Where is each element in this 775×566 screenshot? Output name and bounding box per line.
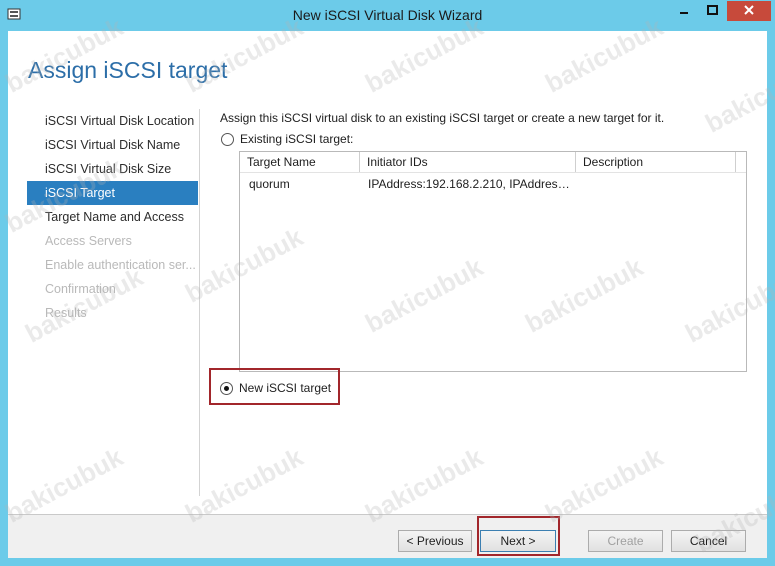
nav-item-target-name-and-access[interactable]: Target Name and Access: [27, 205, 198, 229]
minimize-button[interactable]: [669, 1, 699, 21]
close-button[interactable]: [727, 1, 771, 21]
window-title: New iSCSI Virtual Disk Wizard: [292, 7, 483, 23]
create-button: Create: [588, 530, 663, 552]
column-header-initiator-ids[interactable]: Initiator IDs: [360, 152, 576, 172]
wizard-client-area: Assign iSCSI target iSCSI Virtual Disk L…: [8, 31, 767, 558]
cancel-button[interactable]: Cancel: [671, 530, 746, 552]
title-bar[interactable]: New iSCSI Virtual Disk Wizard: [0, 0, 775, 30]
nav-item-virtual-disk-location[interactable]: iSCSI Virtual Disk Location: [27, 109, 198, 133]
next-highlight-box: [477, 516, 560, 556]
existing-target-radio[interactable]: [221, 132, 234, 146]
new-target-label: New iSCSI target: [239, 381, 332, 395]
new-target-option[interactable]: New iSCSI target: [220, 381, 331, 395]
wizard-step-nav: iSCSI Virtual Disk Location iSCSI Virtua…: [27, 109, 198, 325]
nav-item-access-servers: Access Servers: [45, 234, 132, 248]
nav-item-results: Results: [45, 306, 87, 320]
existing-target-option[interactable]: Existing iSCSI target:: [221, 132, 353, 146]
cell-target-name: quorum: [249, 177, 290, 191]
close-icon: [744, 4, 754, 18]
nav-divider: [199, 109, 200, 496]
maximize-button[interactable]: [697, 1, 727, 21]
new-target-radio[interactable]: [220, 381, 233, 395]
nav-item-enable-authentication: Enable authentication ser...: [45, 258, 196, 272]
nav-item-confirmation: Confirmation: [45, 282, 116, 296]
instruction-text: Assign this iSCSI virtual disk to an exi…: [220, 111, 665, 125]
existing-targets-table[interactable]: Target Name Initiator IDs Description qu…: [239, 151, 747, 372]
table-header: Target Name Initiator IDs Description: [240, 152, 746, 173]
column-header-description[interactable]: Description: [576, 152, 736, 172]
page-title: Assign iSCSI target: [28, 57, 228, 83]
cell-description: [576, 174, 736, 194]
nav-item-iscsi-target[interactable]: iSCSI Target: [27, 181, 198, 205]
maximize-icon: [706, 4, 718, 18]
wizard-window: New iSCSI Virtual Disk Wizard Assign iSC…: [0, 0, 775, 566]
nav-item-virtual-disk-size[interactable]: iSCSI Virtual Disk Size: [27, 157, 198, 181]
wizard-footer: < Previous Next > Create Cancel: [8, 515, 767, 558]
nav-item-virtual-disk-name[interactable]: iSCSI Virtual Disk Name: [27, 133, 198, 157]
cell-initiator-ids: IPAddress:192.168.2.210, IPAddress:...: [368, 177, 572, 191]
column-header-target-name[interactable]: Target Name: [240, 152, 360, 172]
existing-target-label: Existing iSCSI target:: [240, 132, 354, 146]
minimize-icon: [679, 4, 689, 18]
table-row[interactable]: quorum IPAddress:192.168.2.210, IPAddres…: [240, 174, 746, 194]
previous-button[interactable]: < Previous: [398, 530, 472, 552]
